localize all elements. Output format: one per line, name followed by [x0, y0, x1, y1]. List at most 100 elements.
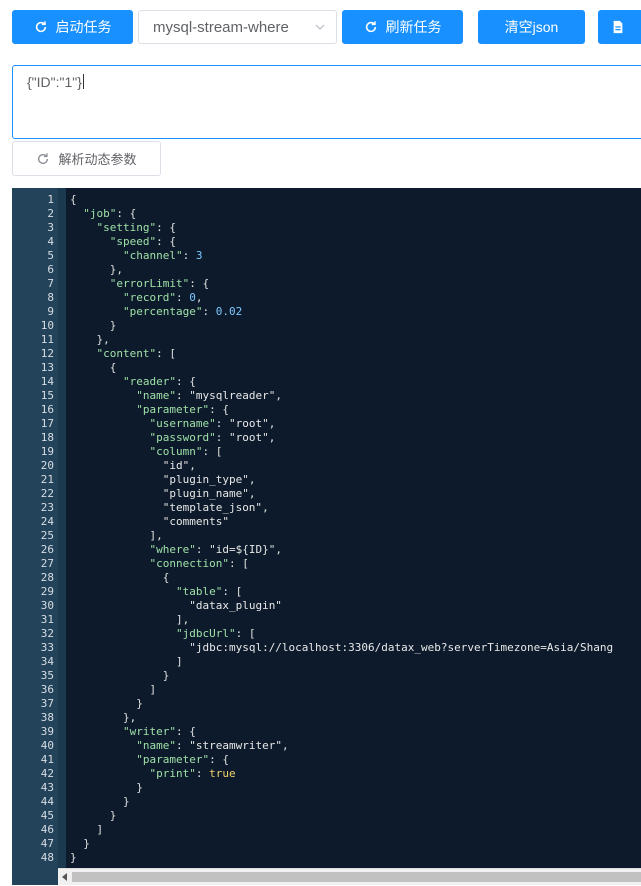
code-token: "mysqlreader"	[189, 389, 276, 402]
code-token: :	[175, 291, 190, 304]
task-select[interactable]: mysql-stream-where	[138, 10, 337, 44]
code-token: "root"	[228, 431, 269, 444]
code-line: }	[70, 809, 117, 823]
code-token: "reader"	[122, 375, 176, 388]
code-line: "errorLimit": {	[70, 277, 209, 291]
code-token: ]	[70, 683, 157, 696]
code-token: : {	[156, 221, 176, 234]
code-token: ,	[275, 389, 282, 402]
code-line: "writer": {	[70, 725, 196, 739]
code-line: "speed": {	[70, 235, 176, 249]
code-token: : [	[202, 445, 223, 458]
clear-json-label: 清空json	[504, 19, 559, 35]
gutter-divider	[58, 188, 66, 885]
horizontal-scrollbar[interactable]	[58, 868, 641, 885]
code-line: "jdbcUrl": [	[70, 627, 255, 641]
refresh-icon	[38, 152, 49, 164]
start-task-button[interactable]: 启动任务	[12, 10, 133, 44]
refresh-task-button[interactable]: 刷新任务	[342, 10, 463, 44]
code-line: "password": "root",	[70, 431, 275, 445]
code-token: "errorLimit"	[109, 277, 190, 290]
code-token: : {	[209, 753, 229, 766]
line-number: 17	[40, 417, 54, 430]
code-line: "name": "mysqlreader",	[70, 389, 282, 403]
code-token: : [	[235, 627, 256, 640]
code-token: "writer"	[122, 725, 176, 738]
line-number: 33	[40, 641, 54, 654]
clear-json-button[interactable]: 清空json	[478, 10, 585, 44]
code-token: }	[70, 697, 143, 710]
code-token: true	[209, 767, 236, 780]
code-token: }	[70, 851, 77, 864]
code-token: :	[215, 417, 229, 430]
code-token: },	[70, 711, 137, 724]
code-token: 3	[195, 249, 203, 262]
code-line: "connection": [	[70, 557, 249, 571]
code-line: "print": true	[70, 767, 236, 781]
code-line: "parameter": {	[70, 753, 229, 767]
code-token: : {	[116, 207, 137, 220]
code-line: ],	[70, 613, 189, 627]
code-token: "table"	[175, 585, 223, 598]
code-line: "setting": {	[70, 221, 176, 235]
line-number-gutter: 1 2 3 4 5 6 7 8 9 10 11 12 13 14 15 16 17 18 19 20 21 22 23 24 2…	[12, 188, 58, 885]
line-number: 14	[40, 375, 54, 388]
line-number: 7	[47, 277, 54, 290]
code-token: }	[70, 781, 143, 794]
line-number: 41	[40, 753, 54, 766]
code-line: "datax_plugin"	[70, 599, 282, 613]
dynamic-param-input[interactable]: {"ID":"1"}	[12, 65, 641, 139]
code-token: ,	[189, 459, 196, 472]
line-number: 21	[40, 473, 54, 486]
code-token: : [	[228, 557, 249, 570]
line-number: 10	[40, 319, 54, 332]
code-token: 0	[189, 291, 196, 304]
line-number: 19	[40, 445, 54, 458]
line-number: 47	[40, 837, 54, 850]
code-token: {	[70, 571, 170, 584]
line-number: 40	[40, 739, 54, 752]
line-number: 6	[47, 263, 54, 276]
code-token: }	[70, 809, 117, 822]
line-number: 4	[47, 235, 54, 248]
document-button[interactable]	[598, 10, 641, 44]
code-token: : [	[156, 347, 176, 360]
line-number: 20	[40, 459, 54, 472]
scroll-left-icon[interactable]	[62, 873, 67, 881]
code-line: "channel": 3	[70, 249, 202, 263]
code-token: :	[215, 431, 229, 444]
line-number: 23	[40, 501, 54, 514]
code-line: },	[70, 711, 136, 725]
code-line: "reader": {	[70, 375, 196, 389]
code-token: ,	[281, 739, 289, 752]
code-line: "where": "id=${ID}",	[70, 543, 282, 557]
refresh-task-label: 刷新任务	[385, 19, 442, 35]
json-editor[interactable]: 1 2 3 4 5 6 7 8 9 10 11 12 13 14 15 16 17 18 19 20 21 22 23 24 2…	[12, 188, 641, 885]
text-caret	[82, 74, 84, 89]
code-line: "template_json",	[70, 501, 269, 515]
line-number: 38	[40, 711, 54, 724]
code-token: "id=${ID}"	[209, 543, 276, 556]
code-token: 0.02	[215, 305, 243, 318]
scrollbar-thumb[interactable]	[72, 872, 641, 882]
parse-params-button[interactable]: 解析动态参数	[12, 141, 161, 176]
code-token: ,	[275, 543, 282, 556]
code-line: },	[70, 333, 109, 347]
line-number: 16	[40, 403, 54, 416]
code-token: {	[70, 361, 117, 374]
line-number: 18	[40, 431, 54, 444]
code-token: "root"	[228, 417, 269, 430]
line-number: 22	[40, 487, 54, 500]
